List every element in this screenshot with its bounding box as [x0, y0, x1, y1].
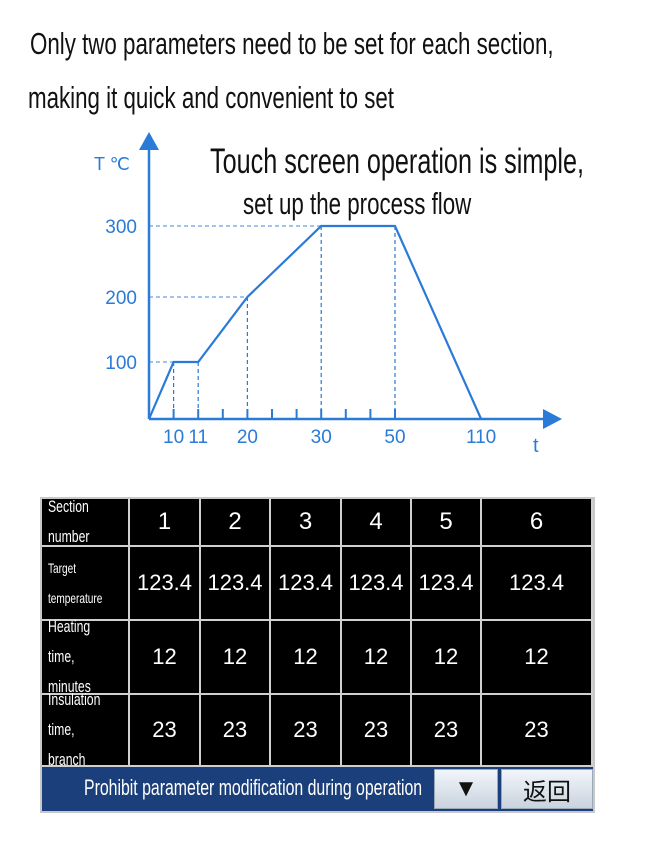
parameter-table: Prohibit parameter modification during o… — [40, 497, 595, 813]
insulation-time-cell[interactable]: 23 — [201, 695, 271, 767]
triangle-down-icon: ▼ — [454, 775, 478, 802]
status-message: Prohibit parameter modification during o… — [84, 775, 423, 800]
x-tick-label: 11 — [188, 427, 208, 448]
heating-time-cell[interactable]: 12 — [482, 621, 593, 695]
touch-caption-2: set up the process flow — [243, 186, 472, 221]
dropdown-button[interactable]: ▼ — [434, 769, 498, 809]
section-number-cell: 5 — [412, 499, 482, 547]
row-header-label: Insulation time, branch — [48, 690, 101, 769]
insulation-time-cell[interactable]: 23 — [130, 695, 201, 767]
insulation-time-header: Insulation time, branch — [42, 690, 130, 769]
section-number-cell: 1 — [130, 499, 201, 547]
section-number-header: Section number — [42, 497, 130, 547]
y-tick-label: 100 — [105, 353, 137, 374]
insulation-time-cell[interactable]: 23 — [412, 695, 482, 767]
series-line — [147, 224, 483, 420]
section-number-cell: 3 — [271, 499, 342, 547]
x-tick-label: 10 — [163, 427, 184, 448]
heating-time-cell[interactable]: 12 — [271, 621, 342, 695]
insulation-time-cell[interactable]: 23 — [342, 695, 412, 767]
status-bar: Prohibit parameter modification during o… — [42, 767, 593, 811]
section-number-cell: 4 — [342, 499, 412, 547]
y-axis-label: T ℃ — [94, 154, 130, 174]
heating-time-cell[interactable]: 12 — [130, 621, 201, 695]
heating-time-cell[interactable]: 12 — [201, 621, 271, 695]
target-temperature-header: Target temperature — [42, 547, 130, 621]
x-tick-label: 20 — [237, 427, 258, 448]
x-axis-label: t — [533, 435, 539, 457]
back-button[interactable]: 返回 — [501, 769, 593, 809]
target-temperature-cell[interactable]: 123.4 — [342, 547, 412, 621]
row-header-label: Section number — [48, 497, 90, 546]
heating-time-cell[interactable]: 12 — [342, 621, 412, 695]
x-axis-arrow-icon — [543, 409, 562, 429]
insulation-time-cell[interactable]: 23 — [271, 695, 342, 767]
target-temperature-cell[interactable]: 123.4 — [130, 547, 201, 621]
target-temperature-cell[interactable]: 123.4 — [412, 547, 482, 621]
y-axis-arrow-icon — [139, 132, 159, 150]
target-temperature-cell[interactable]: 123.4 — [201, 547, 271, 621]
heating-time-header: Heating time, minutes — [42, 617, 130, 696]
touch-caption-1: Touch screen operation is simple, — [210, 142, 584, 181]
heating-time-cell[interactable]: 12 — [412, 621, 482, 695]
y-tick-label: 300 — [105, 217, 137, 238]
x-tick-label: 30 — [311, 427, 332, 448]
section-number-cell: 6 — [482, 499, 593, 547]
target-temperature-cell[interactable]: 123.4 — [482, 547, 593, 621]
temperature-profile-chart: 10 11 20 30 50 110 100 200 300 T ℃ t — [94, 132, 562, 457]
row-header-label: Target temperature — [48, 560, 103, 606]
x-tick-label: 110 — [466, 427, 496, 448]
x-tick-label: 50 — [384, 427, 405, 448]
insulation-time-cell[interactable]: 23 — [482, 695, 593, 767]
section-number-cell: 2 — [201, 499, 271, 547]
y-tick-label: 200 — [105, 288, 137, 309]
target-temperature-cell[interactable]: 123.4 — [271, 547, 342, 621]
